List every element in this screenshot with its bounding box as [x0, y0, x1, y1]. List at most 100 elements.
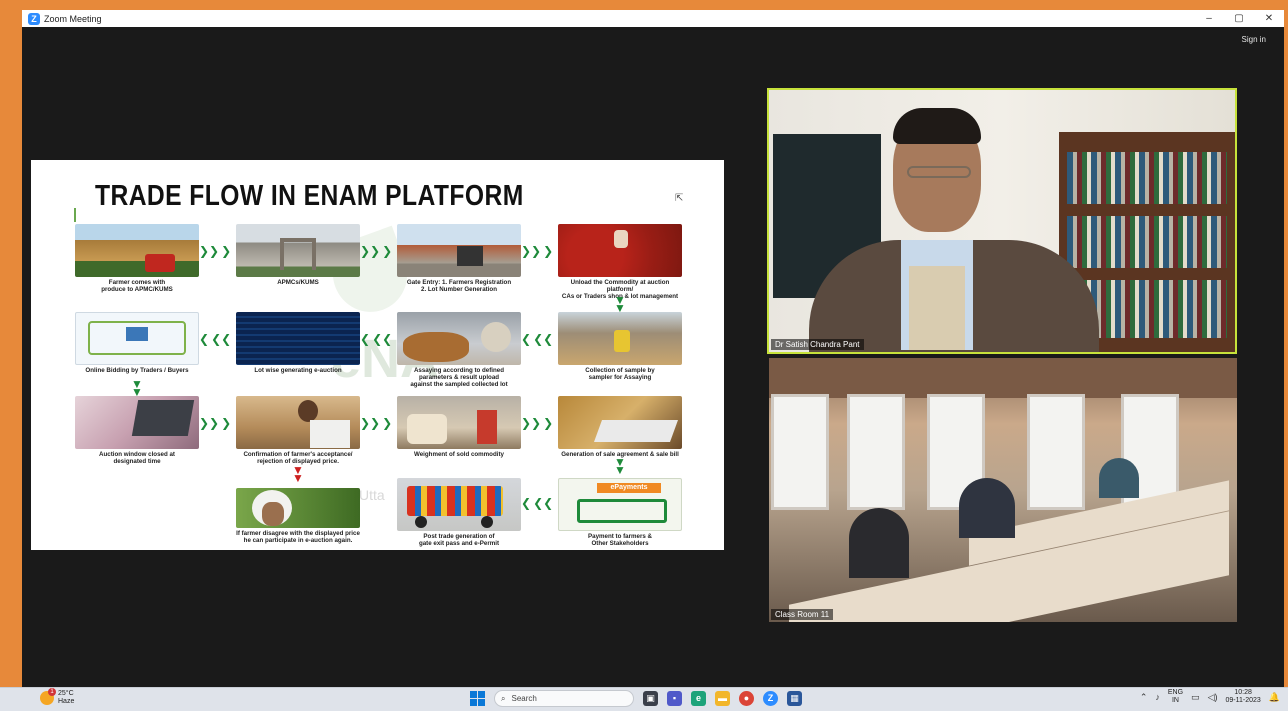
step-caption: Gate Entry: 1. Farmers Registration 2. L…	[406, 279, 512, 293]
attendee	[849, 508, 909, 578]
region-code: IN	[1171, 697, 1179, 704]
temperature: 25°C	[58, 690, 74, 697]
edge-icon[interactable]: e	[691, 691, 706, 706]
flow-arrow-left: ❮ ❮❮	[521, 332, 554, 346]
minimize-button[interactable]: –	[1194, 13, 1224, 24]
zoom-logo-icon: Z	[28, 12, 40, 25]
clock[interactable]: 10:28 09-11-2023	[1225, 689, 1260, 705]
weather-sun-icon: 1	[40, 688, 56, 705]
flow-arrow-down: ▼ ▼	[131, 377, 143, 399]
time: 10:28	[1234, 689, 1252, 696]
step-payment: ePayments Payment to farmers & Other Sta…	[558, 478, 682, 547]
classroom-window	[771, 394, 829, 510]
step-image	[397, 224, 521, 277]
flow-arrow-down-red: ▼ ▼	[292, 463, 304, 485]
flow-arrow-left: ❮ ❮❮	[521, 496, 554, 510]
date: 09-11-2023	[1225, 697, 1261, 704]
step-caption: Auction window closed at designated time	[99, 451, 175, 465]
file-explorer-icon[interactable]: ▬	[715, 691, 730, 706]
classroom-window	[1027, 394, 1085, 510]
network-icon[interactable]: ▭	[1191, 692, 1200, 703]
epayments-banner: ePayments	[597, 483, 661, 493]
step-unload: Unload the Commodity at auction platform…	[558, 224, 682, 300]
step-caption: Assaying according to defined parameters…	[410, 367, 508, 388]
step-auction-closed: Auction window closed at designated time	[75, 396, 199, 465]
step-image	[75, 396, 199, 449]
windows-start-icon[interactable]	[470, 691, 485, 706]
step-weighment: Weighment of sold commodity	[397, 396, 521, 458]
step-caption: Online Bidding by Traders / Buyers	[85, 367, 189, 374]
participant-name: Dr Satish Chandra Pant	[771, 339, 864, 350]
flow-arrow-left: ❮ ❮❮	[360, 332, 393, 346]
speaker-video-tile[interactable]: Dr Satish Chandra Pant	[767, 88, 1237, 354]
app-icon[interactable]: ▦	[787, 691, 802, 706]
step-image	[558, 224, 682, 277]
chrome-icon[interactable]: ●	[739, 691, 754, 706]
meeting-stage: Sign in eNA Utta TRADE FLOW IN ENAM PLAT…	[22, 27, 1284, 687]
step-image	[75, 224, 199, 277]
step-caption: Lot wise generating e-auction	[254, 367, 342, 374]
shared-screen-slide: eNA Utta TRADE FLOW IN ENAM PLATFORM ⇱ F…	[31, 160, 724, 550]
step-caption: Payment to farmers & Other Stakeholders	[588, 533, 652, 547]
classroom-window	[847, 394, 905, 510]
flow-arrow-down: ▼ ▼	[614, 455, 626, 477]
weather-condition: Haze	[58, 698, 75, 705]
speaker-icon[interactable]: ◁)	[1208, 692, 1218, 703]
mouse-pointer-icon: ⇱	[675, 193, 684, 204]
maximize-button[interactable]: ▢	[1224, 13, 1254, 24]
step-e-auction: Lot wise generating e-auction	[236, 312, 360, 374]
title-accent	[74, 208, 76, 222]
teams-icon[interactable]: ▪	[667, 691, 682, 706]
weather-widget[interactable]: 1 25°C Haze	[40, 688, 75, 706]
flow-arrow-right: ❯❯ ❯	[521, 244, 554, 258]
step-assaying: Assaying according to defined parameters…	[397, 312, 521, 388]
step-online-bidding: Online Bidding by Traders / Buyers	[75, 312, 199, 374]
language-indicator[interactable]: ENG IN	[1168, 689, 1183, 705]
step-caption: Post trade generation of gate exit pass …	[418, 533, 500, 547]
window-controls: – ▢ ✕	[1194, 13, 1284, 24]
slide-title: TRADE FLOW IN ENAM PLATFORM	[95, 180, 524, 212]
step-image	[558, 396, 682, 449]
weather-badge: 1	[48, 688, 56, 696]
sign-in-link[interactable]: Sign in	[1242, 35, 1266, 44]
title-bar: Z Zoom Meeting – ▢ ✕	[22, 10, 1284, 27]
close-button[interactable]: ✕	[1254, 13, 1284, 24]
step-image	[558, 312, 682, 365]
watermark-subtext: Utta	[359, 487, 385, 503]
step-image	[397, 312, 521, 365]
search-icon: ⌕	[501, 693, 506, 703]
window-title: Zoom Meeting	[44, 13, 102, 24]
task-view-icon[interactable]: ▣	[643, 691, 658, 706]
step-image	[397, 478, 521, 531]
classroom-video-tile[interactable]: Class Room 11	[769, 358, 1237, 622]
step-caption: APMCs/KUMS	[277, 279, 319, 286]
step-farmer-confirmation: Confirmation of farmer's acceptance/ rej…	[236, 396, 360, 465]
step-post-trade: Post trade generation of gate exit pass …	[397, 478, 521, 547]
step-image	[75, 312, 199, 365]
language-code: ENG	[1167, 689, 1184, 696]
step-sale-agreement: Generation of sale agreement & sale bill	[558, 396, 682, 458]
step-image	[236, 396, 360, 449]
taskbar-search[interactable]: ⌕ Search	[494, 690, 634, 707]
step-gate-entry: Gate Entry: 1. Farmers Registration 2. L…	[397, 224, 521, 293]
notification-bell-icon[interactable]: 🔔	[1269, 692, 1280, 703]
step-caption: Farmer comes with produce to APMC/KUMS	[101, 279, 173, 293]
flow-arrow-right: ❯❯ ❯	[521, 416, 554, 430]
classroom-name: Class Room 11	[771, 609, 834, 620]
step-caption: Weighment of sold commodity	[414, 451, 504, 458]
chevron-up-icon[interactable]: ⌃	[1140, 692, 1148, 703]
flow-arrow-right: ❯❯ ❯	[360, 416, 393, 430]
zoom-taskbar-icon[interactable]: Z	[763, 691, 778, 706]
step-image	[236, 224, 360, 277]
step-apmc: APMCs/KUMS	[236, 224, 360, 286]
flow-arrow-right: ❯❯ ❯	[199, 416, 232, 430]
flow-arrow-right: ❯❯ ❯	[360, 244, 393, 258]
attendee	[959, 478, 1015, 538]
system-tray: ⌃ ♪ ENG IN ▭ ◁) 10:28 09-11-2023 🔔	[1140, 689, 1288, 705]
step-image	[236, 312, 360, 365]
taskbar-apps: ⌕ Search ▣ ▪ e ▬ ● Z ▦	[470, 690, 802, 707]
step-caption: Collection of sample by sampler for Assa…	[585, 367, 655, 381]
step-image	[236, 488, 360, 528]
mic-icon[interactable]: ♪	[1155, 692, 1160, 702]
step-sample-collection: Collection of sample by sampler for Assa…	[558, 312, 682, 381]
